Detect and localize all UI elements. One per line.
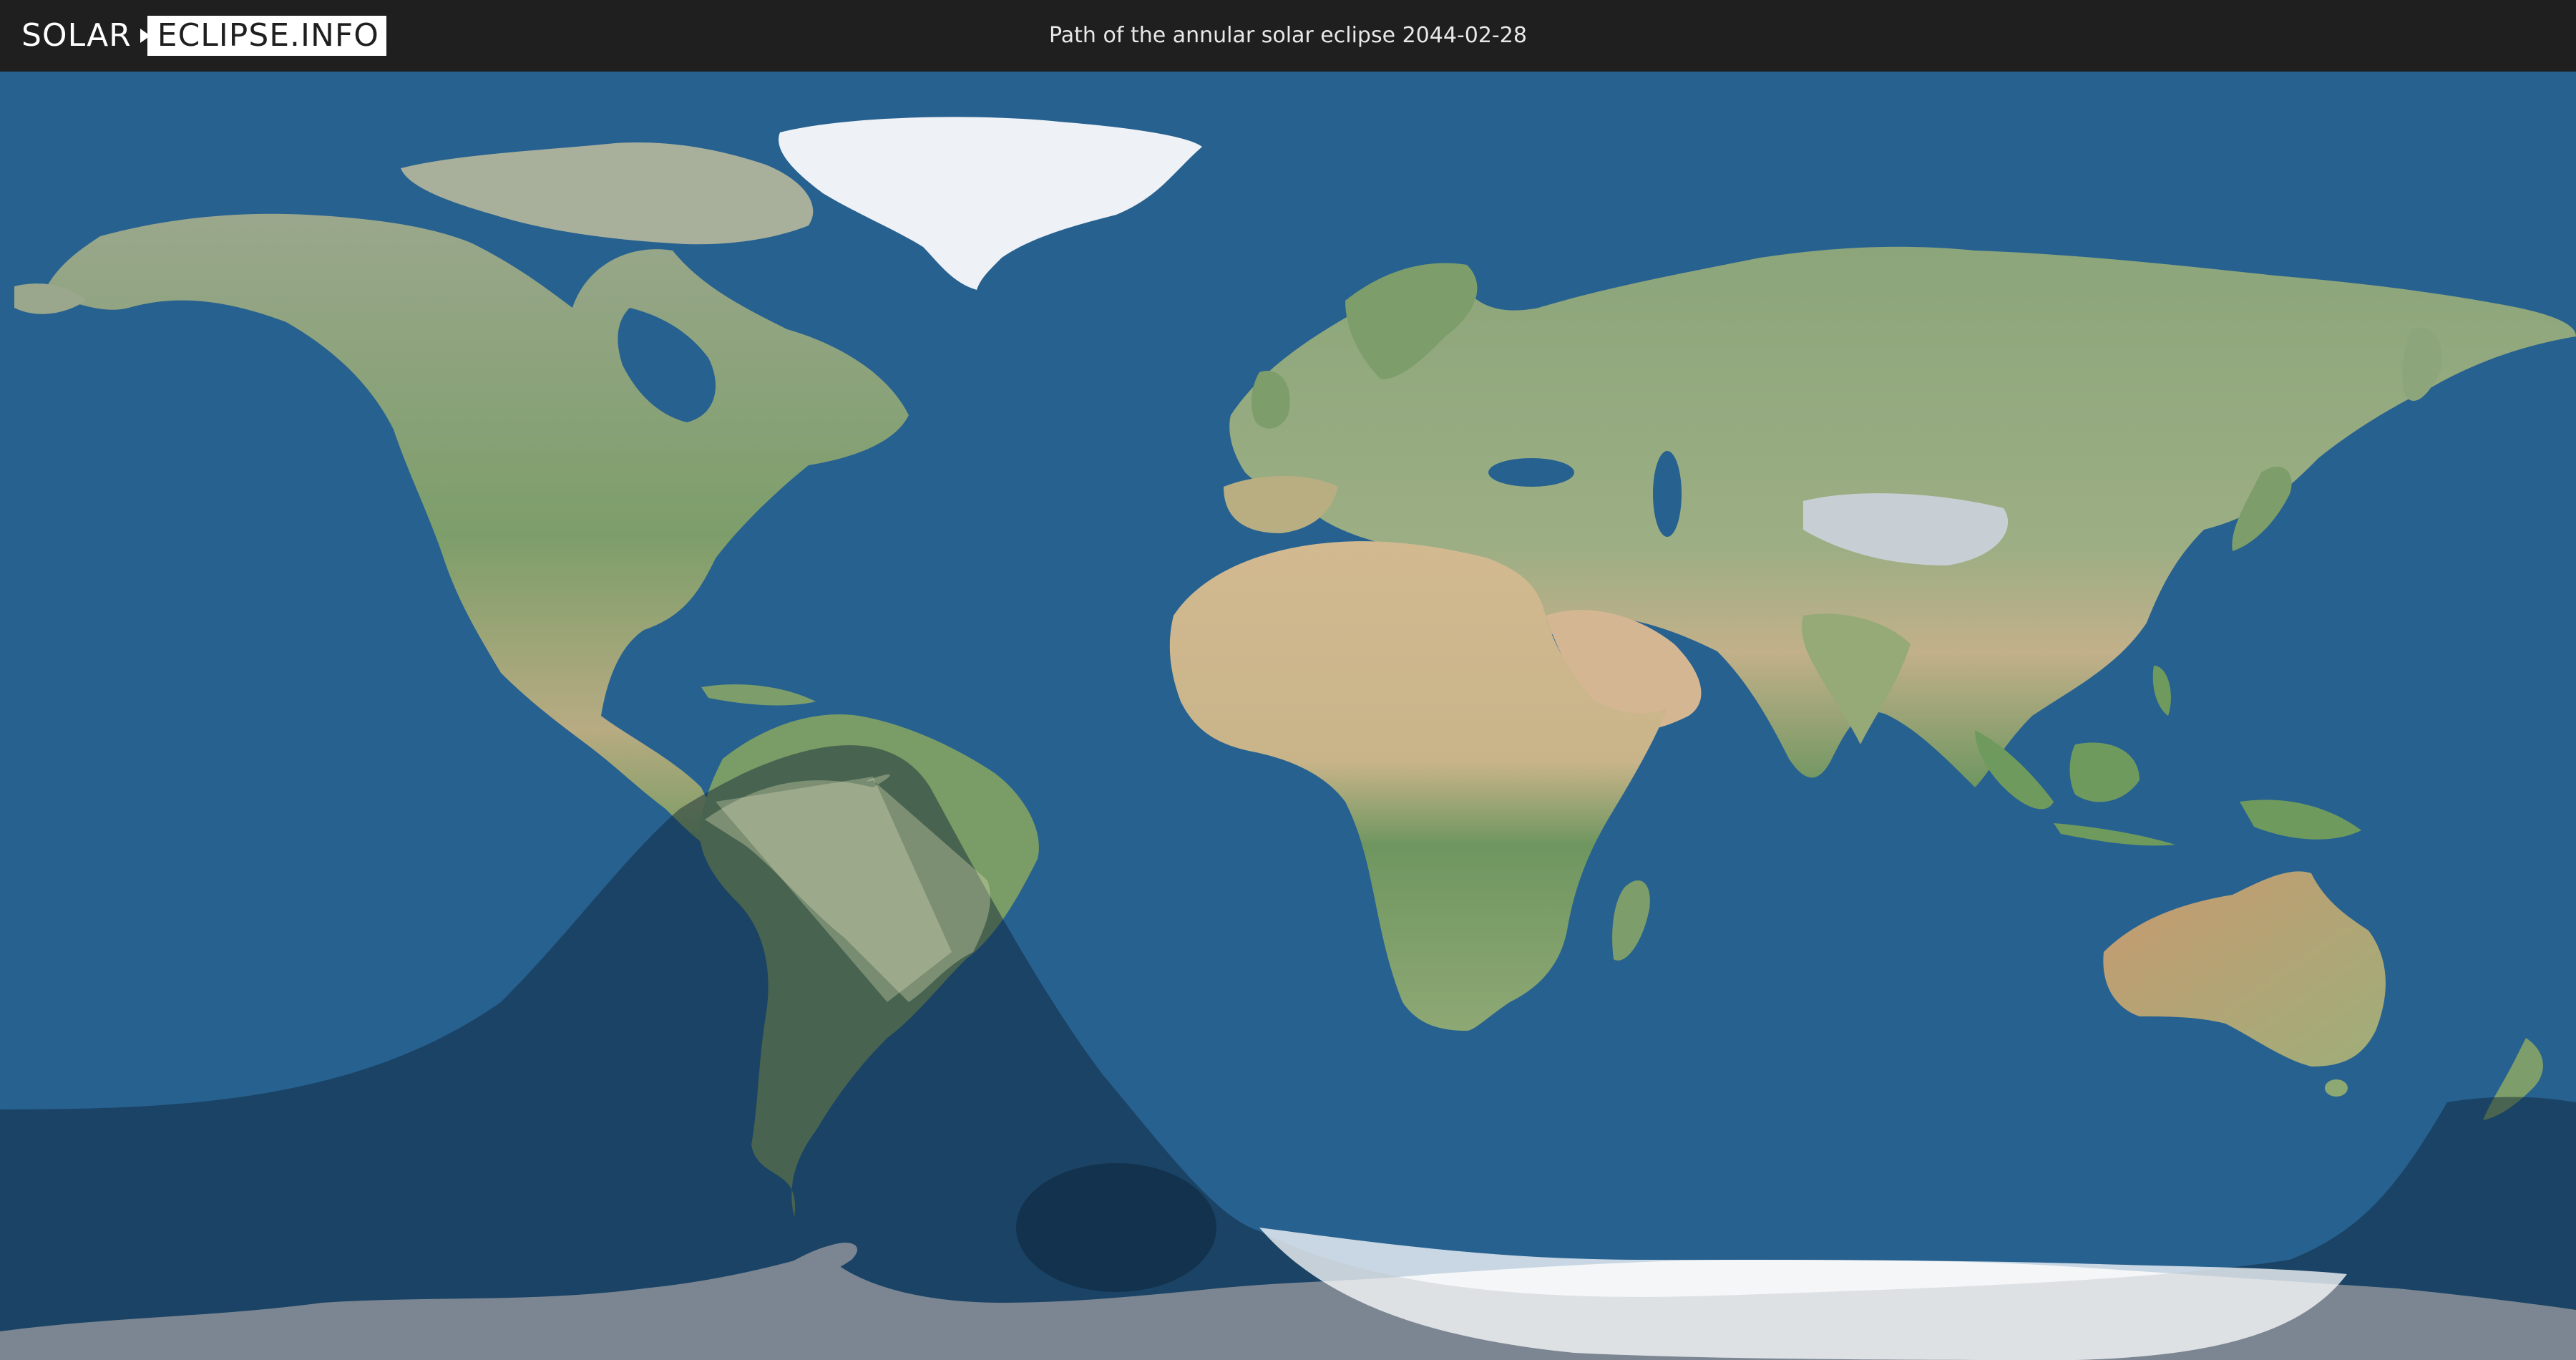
world-map <box>0 72 2576 1360</box>
tasmania <box>2325 1079 2348 1097</box>
header-bar: SOLAR ECLIPSE.INFO Path of the annular s… <box>0 0 2576 72</box>
caspian-sea <box>1653 451 1682 537</box>
page-title: Path of the annular solar eclipse 2044-0… <box>1049 23 1527 48</box>
eclipse-shadow-ellipse <box>1016 1163 1216 1292</box>
black-sea <box>1488 458 1574 487</box>
